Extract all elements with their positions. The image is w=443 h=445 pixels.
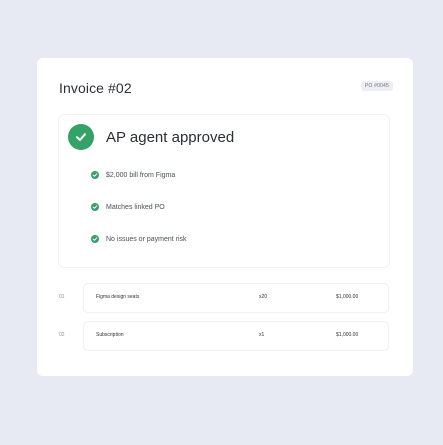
approval-title: AP agent approved — [106, 128, 235, 146]
line-item-quantity: x1 — [259, 332, 265, 338]
invoice-card: Invoice #02 PO #0045 AP agent approved $… — [37, 58, 413, 376]
check-circle-icon — [68, 124, 94, 150]
check-circle-icon — [91, 235, 99, 243]
line-item-amount: $1,000.00 — [336, 332, 359, 338]
line-item-number: 01 — [59, 294, 65, 300]
check-label: No issues or payment risk — [106, 235, 187, 243]
line-item-box[interactable]: Figma design seats x20 $1,000.00 — [83, 283, 389, 313]
approval-panel: AP agent approved $2,000 bill from Figma… — [58, 114, 390, 268]
po-badge[interactable]: PO #0045 — [360, 81, 393, 91]
line-item-name: Figma design seats — [96, 294, 140, 300]
check-label: Matches linked PO — [106, 203, 165, 211]
line-item-quantity: x20 — [259, 294, 268, 300]
check-circle-icon — [91, 203, 99, 211]
check-item: $2,000 bill from Figma — [91, 169, 187, 181]
check-item: Matches linked PO — [91, 201, 187, 213]
approval-header: AP agent approved — [68, 124, 234, 150]
line-item-row[interactable]: 02 Subscription x1 $1,000.00 — [59, 321, 389, 351]
approval-checks: $2,000 bill from Figma Matches linked PO… — [91, 169, 187, 265]
check-item: No issues or payment risk — [91, 233, 187, 245]
line-item-name: Subscription — [96, 332, 124, 338]
line-item-number: 02 — [59, 332, 65, 338]
check-circle-icon — [91, 171, 99, 179]
line-item-row[interactable]: 01 Figma design seats x20 $1,000.00 — [59, 283, 389, 313]
check-label: $2,000 bill from Figma — [106, 171, 176, 179]
invoice-title: Invoice #02 — [59, 80, 132, 96]
line-item-amount: $1,000.00 — [336, 294, 359, 300]
line-item-box[interactable]: Subscription x1 $1,000.00 — [83, 321, 389, 351]
